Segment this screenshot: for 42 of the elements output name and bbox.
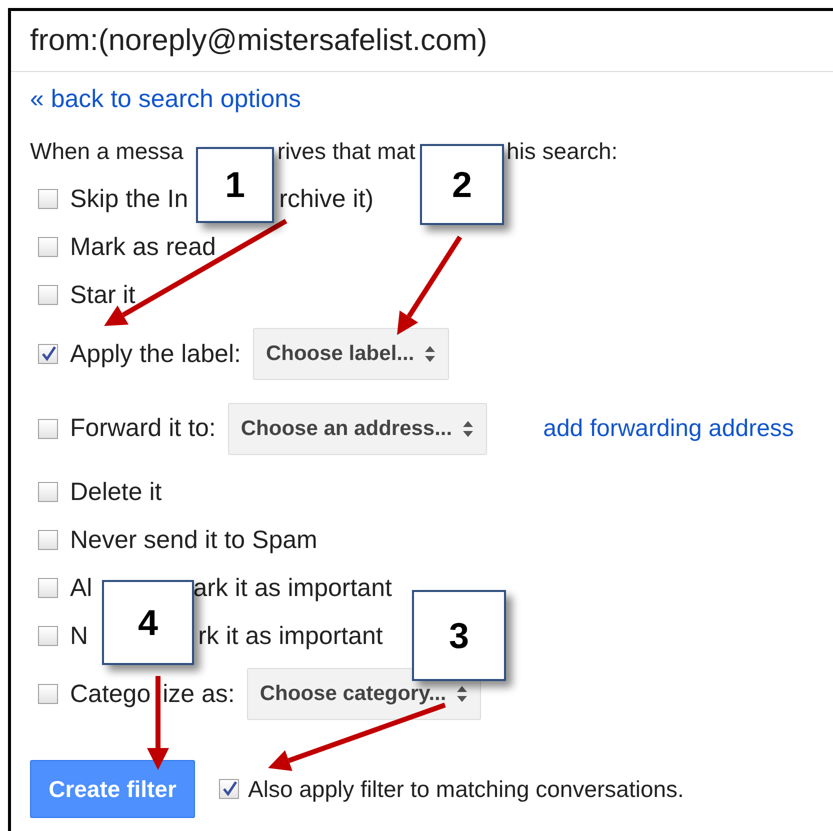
checkbox[interactable]: [38, 626, 58, 646]
checkbox[interactable]: [38, 418, 58, 438]
also-apply-label: Also apply filter to matching conversations.: [248, 776, 684, 802]
action-label: Star it: [70, 280, 136, 310]
action-label: rk it as important: [198, 622, 383, 650]
action-label: Never send it to Spam: [70, 526, 318, 554]
action-label: Catego: [70, 680, 151, 708]
action-label: Skip the In: [70, 184, 188, 214]
checkbox[interactable]: [38, 285, 58, 305]
checkbox[interactable]: [38, 189, 58, 209]
action-label: N: [70, 622, 88, 650]
callout-number: 1: [196, 147, 274, 223]
checkbox[interactable]: [38, 684, 58, 704]
callout-number: 4: [102, 580, 194, 665]
checkbox[interactable]: [38, 578, 58, 598]
action-label: Al: [70, 574, 92, 602]
checkbox[interactable]: [38, 344, 58, 364]
intro-text: rives that mat: [277, 138, 416, 164]
callout-number: 3: [412, 590, 506, 681]
back-link[interactable]: « back to search options: [30, 85, 301, 114]
action-label: Delete it: [70, 478, 162, 506]
forwarding-link[interactable]: add forwarding address: [543, 414, 794, 442]
action-label: Apply the label:: [70, 340, 241, 368]
action-label: rchive it): [279, 184, 374, 214]
updown-arrows-icon: [462, 420, 474, 438]
checkbox[interactable]: [38, 482, 58, 502]
action-label: Forward it to:: [70, 414, 216, 443]
select-dropdown[interactable]: Choose an address...: [228, 402, 488, 454]
updown-arrows-icon: [424, 345, 436, 363]
select-dropdown[interactable]: Choose category...: [246, 668, 482, 720]
intro-text: his search:: [506, 138, 618, 164]
select-dropdown[interactable]: Choose label...: [252, 328, 450, 380]
action-label: Mark as read: [70, 232, 216, 262]
search-query: from:(noreply@mistersafelist.com): [30, 24, 488, 58]
intro-text: When a messa: [30, 138, 184, 164]
checkbox[interactable]: [38, 237, 58, 257]
updown-arrows-icon: [456, 685, 468, 703]
action-label: ark it as important: [193, 574, 392, 602]
callout-number: 2: [420, 144, 504, 225]
checkbox[interactable]: [38, 530, 58, 550]
checkbox[interactable]: [219, 779, 239, 799]
action-label: ize as:: [162, 680, 235, 708]
